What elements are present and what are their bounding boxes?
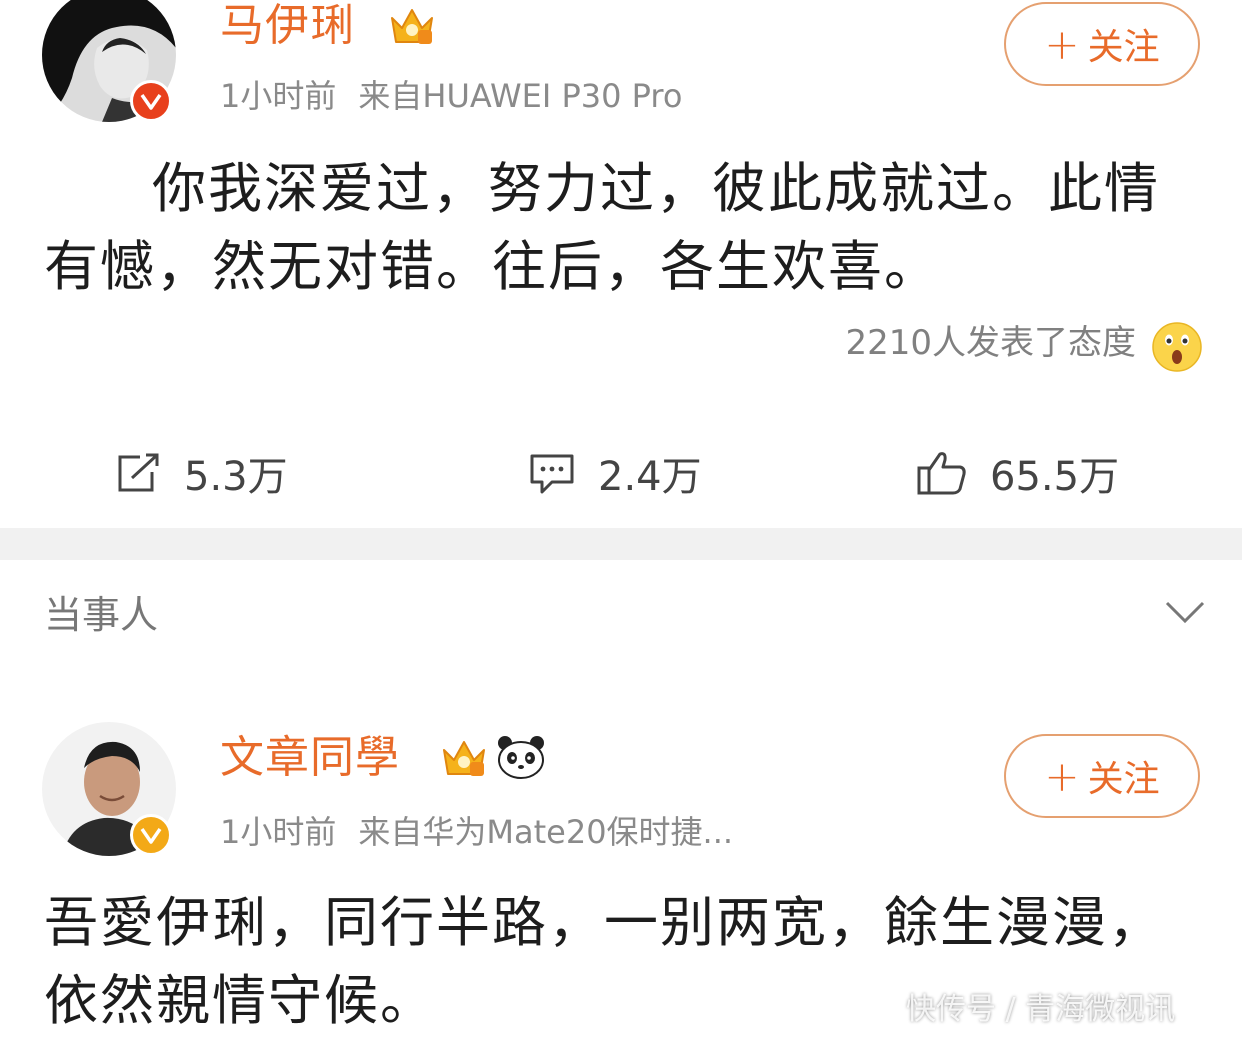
comment-icon: [530, 454, 574, 494]
attitude-count[interactable]: 2210人发表了态度: [845, 326, 1136, 360]
weibo-post-mayili: 马伊琍 1小时前 来自HUAWEI P30 Pro + 关注 你我深爱过，努力过，…: [0, 0, 1242, 528]
vip-crown-icon: [391, 9, 433, 44]
verified-badge-icon: [130, 814, 172, 856]
repost-button[interactable]: 5.3万: [116, 444, 288, 502]
follow-label: 关注: [1087, 27, 1160, 68]
post-time: 1小时前: [220, 813, 337, 851]
watermark: 快传号 / 青海微视讯: [906, 992, 1176, 1027]
repost-icon: [118, 453, 159, 492]
post-time: 1小时前: [220, 77, 337, 115]
username[interactable]: 文章同學: [220, 736, 400, 780]
post-meta: 1小时前 来自华为Mate20保时捷...: [220, 816, 733, 848]
username[interactable]: 马伊琍: [220, 4, 355, 48]
comment-button[interactable]: 2.4万: [528, 444, 702, 502]
comment-count: 2.4万: [598, 454, 702, 500]
post-text-content: 你我深爱过，努力过，彼此成就过。此情有憾，然无对错。往后，各生欢喜。: [44, 157, 1160, 298]
plus-icon: +: [1044, 751, 1080, 801]
panda-emoji-icon: [498, 736, 544, 779]
follow-label: 关注: [1087, 759, 1160, 800]
verified-badge-icon: [130, 80, 172, 122]
like-button[interactable]: 65.5万: [916, 444, 1119, 502]
thumbs-up-icon: [917, 452, 966, 495]
repost-count: 5.3万: [184, 454, 288, 500]
divider: [0, 528, 1242, 560]
post-source: 来自HUAWEI P30 Pro: [358, 77, 683, 115]
post-text: 你我深爱过，努力过，彼此成就过。此情有憾，然无对错。往后，各生欢喜。: [44, 150, 1204, 306]
like-count: 65.5万: [990, 454, 1120, 500]
surprised-emoji-icon[interactable]: [1152, 322, 1202, 372]
post-source: 来自华为Mate20保时捷...: [358, 813, 734, 851]
plus-icon: +: [1044, 19, 1080, 69]
follow-button[interactable]: + 关注: [1004, 734, 1200, 818]
section-label: 当事人: [44, 593, 159, 637]
post-meta: 1小时前 来自HUAWEI P30 Pro: [220, 80, 682, 112]
vip-crown-icon: [443, 741, 485, 776]
follow-button[interactable]: + 关注: [1004, 2, 1200, 86]
chevron-down-icon[interactable]: [1164, 598, 1206, 626]
